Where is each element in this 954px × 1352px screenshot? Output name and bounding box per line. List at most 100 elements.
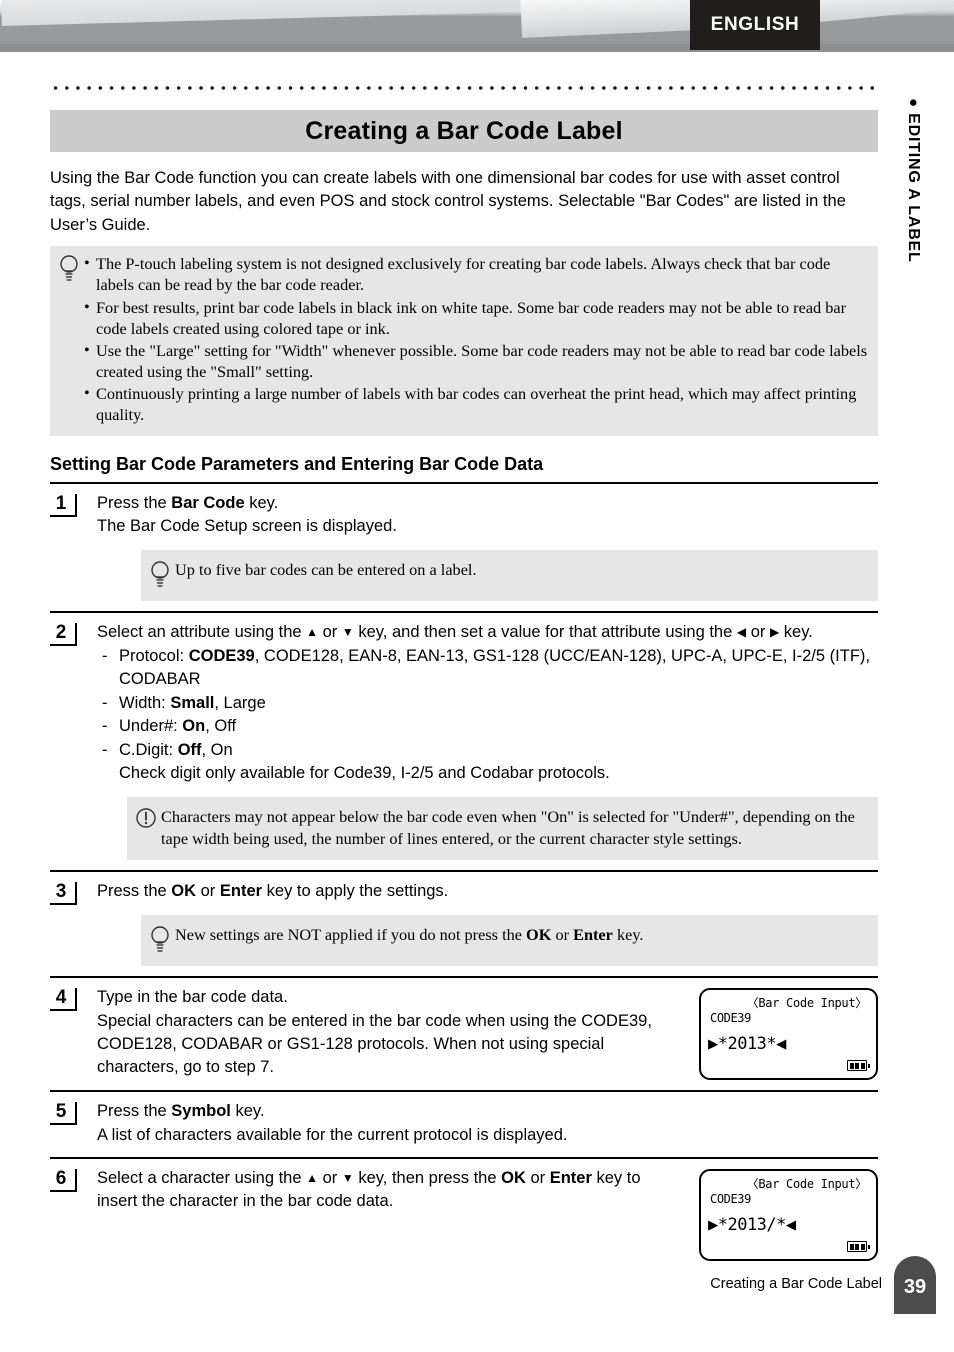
step-line-2: The Bar Code Setup screen is displayed. [97, 517, 397, 536]
step-line-1: Press the Bar Code key. [97, 492, 878, 515]
lightbulb-icon [145, 559, 175, 590]
attribute-default: Small [170, 693, 215, 712]
text-fragment: Select a character using the [97, 1169, 307, 1188]
text-fragment: key to apply the settings. [262, 881, 449, 900]
step-line-2: A list of characters available for the c… [97, 1125, 568, 1144]
attribute-default: CODE39 [188, 646, 255, 665]
step-line-1: Select an attribute using the ▲ or ▼ key… [97, 621, 878, 644]
step-line-2: Special characters can be entered in the… [97, 1011, 652, 1077]
key-name: OK [501, 1169, 526, 1188]
page-title-text: Creating a Bar Code Label [305, 116, 623, 145]
text-fragment: New settings are NOT applied if you do n… [175, 925, 527, 945]
dotted-separator [50, 86, 878, 90]
chapter-side-tab: ● EDITING A LABEL [888, 92, 932, 352]
key-name: Bar Code [171, 493, 245, 512]
step-5: 5 Press the Symbol key. A list of charac… [50, 1092, 878, 1157]
list-item: Use the "Large" setting for "Width" when… [84, 339, 868, 382]
step-4-text: Type in the bar code data. Special chara… [97, 986, 685, 1080]
attribute-default: Off [177, 740, 202, 759]
bullet-icon: ● [905, 98, 922, 108]
language-tab-label: ENGLISH [710, 14, 800, 35]
attribute-label: Protocol: [119, 646, 189, 665]
lcd-screen-step-4: 〈Bar Code Input〉 CODE39 ▶*2013*◀ [699, 988, 878, 1081]
attribute-options: , Off [205, 717, 237, 736]
step-content: Type in the bar code data. Special chara… [97, 986, 878, 1081]
battery-icon [847, 1241, 870, 1253]
intro-paragraph: Using the Bar Code function you can crea… [50, 169, 846, 234]
attribute-options: , On [201, 740, 233, 759]
text-fragment: or [551, 925, 574, 945]
step-line-1: Press the OK or Enter key to apply the s… [97, 880, 878, 903]
step-number: 1 [50, 493, 77, 517]
step-1: 1 Press the Bar Code key. The Bar Code S… [50, 484, 878, 612]
lcd-protocol: CODE39 [710, 1192, 751, 1207]
lcd-title: 〈Bar Code Input〉 [746, 1177, 868, 1192]
step-content: Press the Symbol key. A list of characte… [97, 1100, 878, 1147]
text-fragment: key. [230, 1102, 265, 1121]
step-1-note-box: Up to five bar codes can be entered on a… [141, 550, 878, 602]
page-number: 39 [903, 1275, 927, 1298]
attribute-default: On [182, 717, 206, 736]
attribute-list: Protocol: CODE39, CODE128, EAN-8, EAN-13… [97, 645, 878, 786]
step-3-note-text: New settings are NOT applied if you do n… [175, 924, 868, 945]
page-number-tab: 39 [894, 1256, 936, 1314]
key-name: Symbol [171, 1102, 231, 1121]
battery-icon [847, 1060, 870, 1072]
text-fragment: Select an attribute using the [97, 623, 307, 642]
chapter-side-tab-inner: ● EDITING A LABEL [904, 98, 922, 263]
intro-note-body: The P-touch labeling system is not desig… [84, 252, 868, 426]
key-name: OK [171, 881, 197, 900]
text-fragment: key, then press the [353, 1169, 502, 1188]
attribute-footnote: Check digit only available for Code39, I… [119, 764, 610, 783]
step-2: 2 Select an attribute using the ▲ or ▼ k… [50, 613, 878, 869]
page-footer: Creating a Bar Code Label 39 [50, 1256, 954, 1314]
step-line-1: Type in the bar code data. [97, 988, 288, 1007]
warning-icon [131, 806, 161, 829]
lightbulb-icon [54, 253, 84, 284]
step-2-note-text: Characters may not appear below the bar … [161, 807, 855, 848]
key-name: Enter [549, 1169, 592, 1188]
language-tab: ENGLISH [690, 0, 820, 50]
step-content: Select a character using the ▲ or ▼ key,… [97, 1167, 878, 1262]
text-fragment: or [318, 623, 342, 642]
text-fragment: Press the [97, 881, 172, 900]
attribute-options: , Large [214, 693, 266, 712]
arrow-right-icon: ▶ [769, 625, 780, 640]
lcd-screen-step-6: 〈Bar Code Input〉 CODE39 ▶*2013/*◀ [699, 1169, 878, 1262]
step-number: 3 [50, 881, 77, 905]
arrow-down-icon: ▼ [341, 1171, 354, 1186]
lcd-title: 〈Bar Code Input〉 [746, 996, 868, 1011]
chapter-side-tab-label: EDITING A LABEL [905, 113, 922, 263]
text-fragment: or [196, 881, 220, 900]
list-item: Width: Small, Large [97, 692, 878, 716]
footer-section-title: Creating a Bar Code Label [710, 1276, 882, 1292]
list-item: The P-touch labeling system is not desig… [84, 252, 868, 295]
step-number: 6 [50, 1169, 77, 1192]
page-title: Creating a Bar Code Label [50, 110, 878, 152]
lcd-protocol: CODE39 [710, 1011, 751, 1026]
lcd-data: ▶*2013/*◀ [708, 1215, 796, 1236]
step-number: 4 [50, 988, 77, 1012]
step-6-row: Select a character using the ▲ or ▼ key,… [97, 1167, 878, 1262]
text-fragment: Press the [97, 1102, 172, 1121]
step-4-row: Type in the bar code data. Special chara… [97, 986, 878, 1081]
section-heading: Setting Bar Code Parameters and Entering… [50, 453, 544, 474]
page-content: Creating a Bar Code Label Using the Bar … [50, 86, 878, 1271]
text-fragment: or [525, 1169, 550, 1188]
text-fragment: key. [779, 623, 813, 642]
list-item: For best results, print bar code labels … [84, 296, 868, 339]
lcd-data: ▶*2013*◀ [708, 1034, 786, 1055]
text-fragment: key. [244, 493, 279, 512]
step-1-note-text: Up to five bar codes can be entered on a… [175, 560, 477, 580]
arrow-up-icon: ▲ [306, 625, 319, 640]
attribute-label: Width: [119, 693, 171, 712]
text-fragment: or [318, 1169, 342, 1188]
step-3-note-box: New settings are NOT applied if you do n… [141, 915, 878, 967]
key-name: Enter [573, 925, 613, 945]
step-6: 6 Select a character using the ▲ or ▼ ke… [50, 1159, 878, 1271]
text-fragment: key, and then set a value for that attri… [353, 623, 737, 642]
arrow-down-icon: ▼ [341, 625, 354, 640]
step-3: 3 Press the OK or Enter key to apply the… [50, 872, 878, 976]
list-item: Protocol: CODE39, CODE128, EAN-8, EAN-13… [97, 645, 878, 692]
step-content: Press the OK or Enter key to apply the s… [97, 880, 878, 967]
